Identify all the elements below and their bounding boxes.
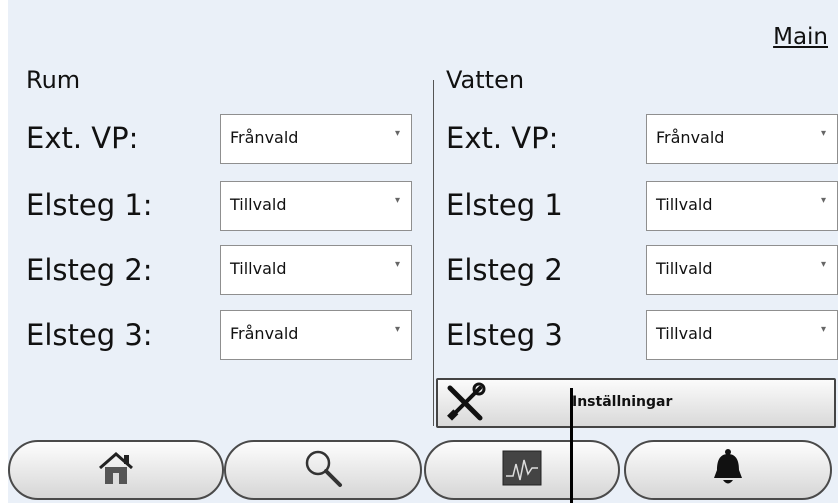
bell-icon <box>709 448 747 492</box>
callout-line <box>570 388 573 503</box>
settings-button[interactable]: Inställningar <box>436 378 836 428</box>
nav-search-button[interactable] <box>224 440 422 500</box>
rum-elsteg2-dropdown[interactable]: Tillvald ▾ <box>220 245 412 295</box>
dropdown-value: Tillvald <box>230 195 287 214</box>
tools-icon <box>444 382 486 428</box>
vatten-ext-vp-label: Ext. VP: <box>446 121 559 155</box>
chevron-down-icon: ▾ <box>394 128 400 139</box>
chevron-down-icon: ▾ <box>820 324 826 335</box>
vatten-elsteg1-dropdown[interactable]: Tillvald ▾ <box>646 181 838 231</box>
chevron-down-icon: ▾ <box>820 195 826 206</box>
dropdown-value: Tillvald <box>656 259 713 278</box>
home-icon <box>96 450 136 490</box>
rum-elsteg2-label: Elsteg 2: <box>26 253 153 287</box>
chevron-down-icon: ▾ <box>394 324 400 335</box>
rum-elsteg1-dropdown[interactable]: Tillvald ▾ <box>220 181 412 231</box>
vatten-section-title: Vatten <box>446 66 525 94</box>
rum-elsteg3-label: Elsteg 3: <box>26 318 153 352</box>
dropdown-value: Tillvald <box>230 259 287 278</box>
rum-elsteg1-label: Elsteg 1: <box>26 188 153 222</box>
rum-ext-vp-label: Ext. VP: <box>26 121 139 155</box>
chevron-down-icon: ▾ <box>394 195 400 206</box>
nav-chart-button[interactable] <box>424 440 620 500</box>
chevron-down-icon: ▾ <box>820 128 826 139</box>
dropdown-value: Frånvald <box>230 324 299 343</box>
rum-elsteg3-dropdown[interactable]: Frånvald ▾ <box>220 310 412 360</box>
chevron-down-icon: ▾ <box>820 259 826 270</box>
nav-alarm-button[interactable] <box>624 440 832 500</box>
vatten-elsteg1-label: Elsteg 1 <box>446 188 563 222</box>
search-icon <box>303 448 343 492</box>
vatten-elsteg2-label: Elsteg 2 <box>446 253 563 287</box>
dropdown-value: Tillvald <box>656 324 713 343</box>
dropdown-value: Tillvald <box>656 195 713 214</box>
column-divider <box>433 80 434 426</box>
chart-icon <box>502 450 542 490</box>
vatten-elsteg3-dropdown[interactable]: Tillvald ▾ <box>646 310 838 360</box>
vatten-elsteg3-label: Elsteg 3 <box>446 318 563 352</box>
vatten-elsteg2-dropdown[interactable]: Tillvald ▾ <box>646 245 838 295</box>
dropdown-value: Frånvald <box>230 128 299 147</box>
chevron-down-icon: ▾ <box>394 259 400 270</box>
settings-button-label: Inställningar <box>572 394 673 410</box>
main-link[interactable]: Main <box>773 24 828 50</box>
rum-ext-vp-dropdown[interactable]: Frånvald ▾ <box>220 114 412 164</box>
dropdown-value: Frånvald <box>656 128 725 147</box>
rum-section-title: Rum <box>26 66 81 94</box>
vatten-ext-vp-dropdown[interactable]: Frånvald ▾ <box>646 114 838 164</box>
nav-home-button[interactable] <box>8 440 224 500</box>
